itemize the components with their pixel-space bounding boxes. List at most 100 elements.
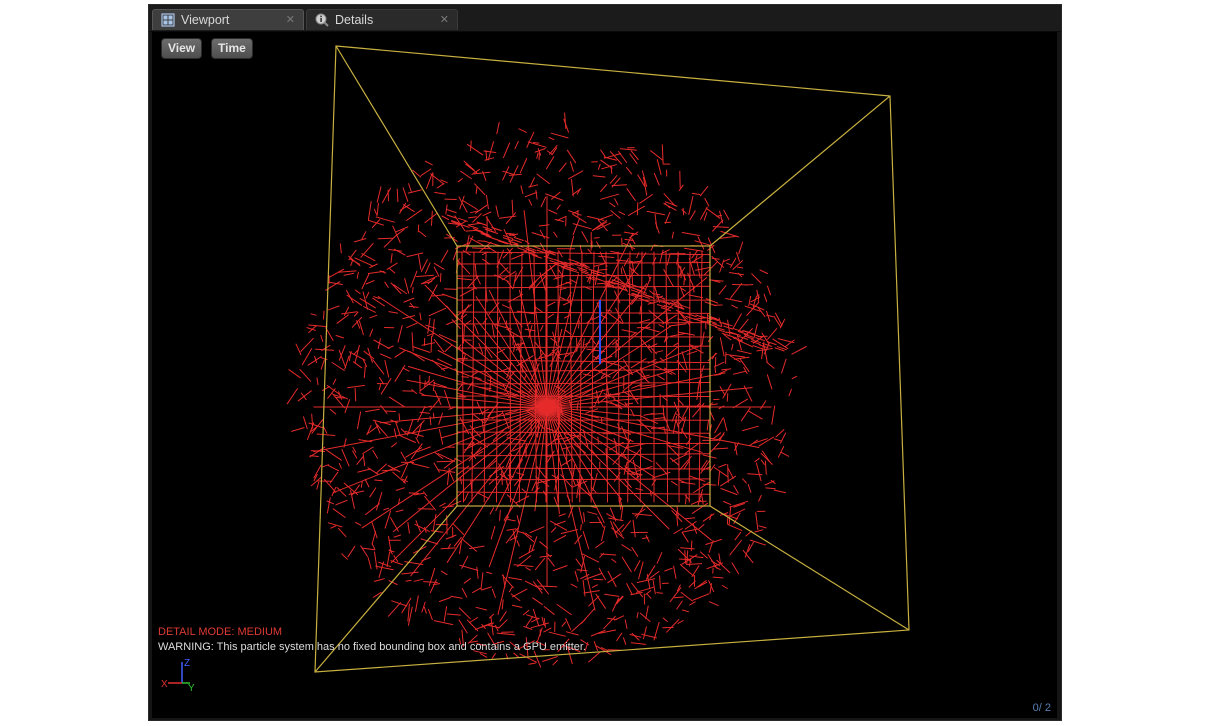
particle-streak [657,375,665,381]
particle-streak [554,520,566,526]
particle-streak [625,443,646,449]
particle-streak [495,205,499,217]
particle-streak [371,531,377,545]
particle-streak [664,202,671,209]
particle-streak [490,525,496,540]
particle-streak [578,320,580,329]
particle-streak [388,396,405,408]
close-tab-icon[interactable]: ✕ [440,10,449,31]
tab-bar: Viewport ✕ Details ✕ [149,5,1061,32]
particle-streak [575,558,583,568]
particle-streak [766,361,775,369]
particle-streak [673,565,677,579]
close-tab-icon[interactable]: ✕ [286,10,295,31]
particle-streak [774,317,781,327]
particle-streak [429,397,441,411]
particle-streak [773,489,787,494]
particle-streak [412,287,414,294]
particle-streak [378,561,392,568]
particle-streak [502,304,511,309]
particle-streak [409,302,415,309]
particle-streak [330,525,336,529]
particle-streak [390,517,399,532]
particle-streak [320,359,325,370]
particle-streak [592,175,606,178]
particle-streak [381,187,391,204]
particle-streak [286,388,298,405]
particle-streak [388,311,399,314]
viewport[interactable]: View Time DETAIL MODE: MEDIUM WARNING: T… [152,32,1057,718]
view-button[interactable]: View [161,38,203,59]
particle-streak [714,361,725,368]
particle-streak [671,231,674,239]
particle-streak [712,219,724,232]
particle-streak [516,540,520,547]
particle-streak [561,446,572,450]
particle-streak [511,239,522,243]
particle-streak [359,297,376,309]
particle-streak [456,453,711,457]
tab-details[interactable]: Details ✕ [306,9,458,30]
particle-streak [463,578,471,584]
particle-streak [766,374,773,390]
particle-streak [662,617,668,622]
particle-streak [621,520,631,533]
particle-streak [307,422,315,440]
particle-streak [380,353,392,359]
particle-streak [654,417,665,420]
particle-streak [522,531,535,543]
particle-streak [644,327,660,333]
particle-streak [775,429,785,438]
particle-streak [671,453,688,462]
particle-streak [481,586,492,591]
particle-streak [791,375,798,380]
particle-streak [483,251,487,503]
particle-streak [376,202,379,215]
particle-streak [666,253,671,266]
particle-streak [530,622,549,629]
particle-streak [480,572,484,590]
particle-streak [542,656,558,662]
particle-streak [759,269,768,274]
particle-streak [638,561,644,580]
particle-streak [733,370,746,375]
particle-streak [339,243,342,254]
particle-streak [563,118,569,133]
particle-streak [756,289,759,297]
time-button[interactable]: Time [211,38,253,59]
particle-streak [395,509,404,513]
particle-streak [362,446,374,454]
particle-streak [565,329,572,335]
particle-streak [440,570,448,576]
particle-streak [681,232,700,236]
particle-streak [501,599,504,610]
particle-streak [742,478,747,484]
particle-streak [482,211,492,217]
particle-streak [477,240,486,242]
particle-streak [394,364,406,382]
particle-streak [369,487,377,498]
particle-streak [449,472,455,482]
particle-streak [373,208,378,217]
particle-streak [581,231,589,243]
particle-streak [680,481,696,485]
particle-streak [556,281,572,288]
particle-streak [341,553,348,560]
particle-streak [628,205,645,216]
particle-streak [658,324,665,328]
particle-streak [396,188,399,203]
particle-streak [384,510,392,529]
particle-streak [357,411,362,430]
particle-streak [714,326,725,331]
tab-viewport[interactable]: Viewport ✕ [152,9,304,30]
particle-streak [522,609,530,616]
particle-streak [402,367,410,372]
particle-streak [452,523,465,535]
particle-streak [646,210,666,216]
particle-streak [656,592,663,594]
particle-streak [322,464,329,468]
particle-streak [534,148,546,153]
particle-streak [545,193,564,201]
particle-streak [747,473,763,476]
particle-streak [681,609,689,613]
